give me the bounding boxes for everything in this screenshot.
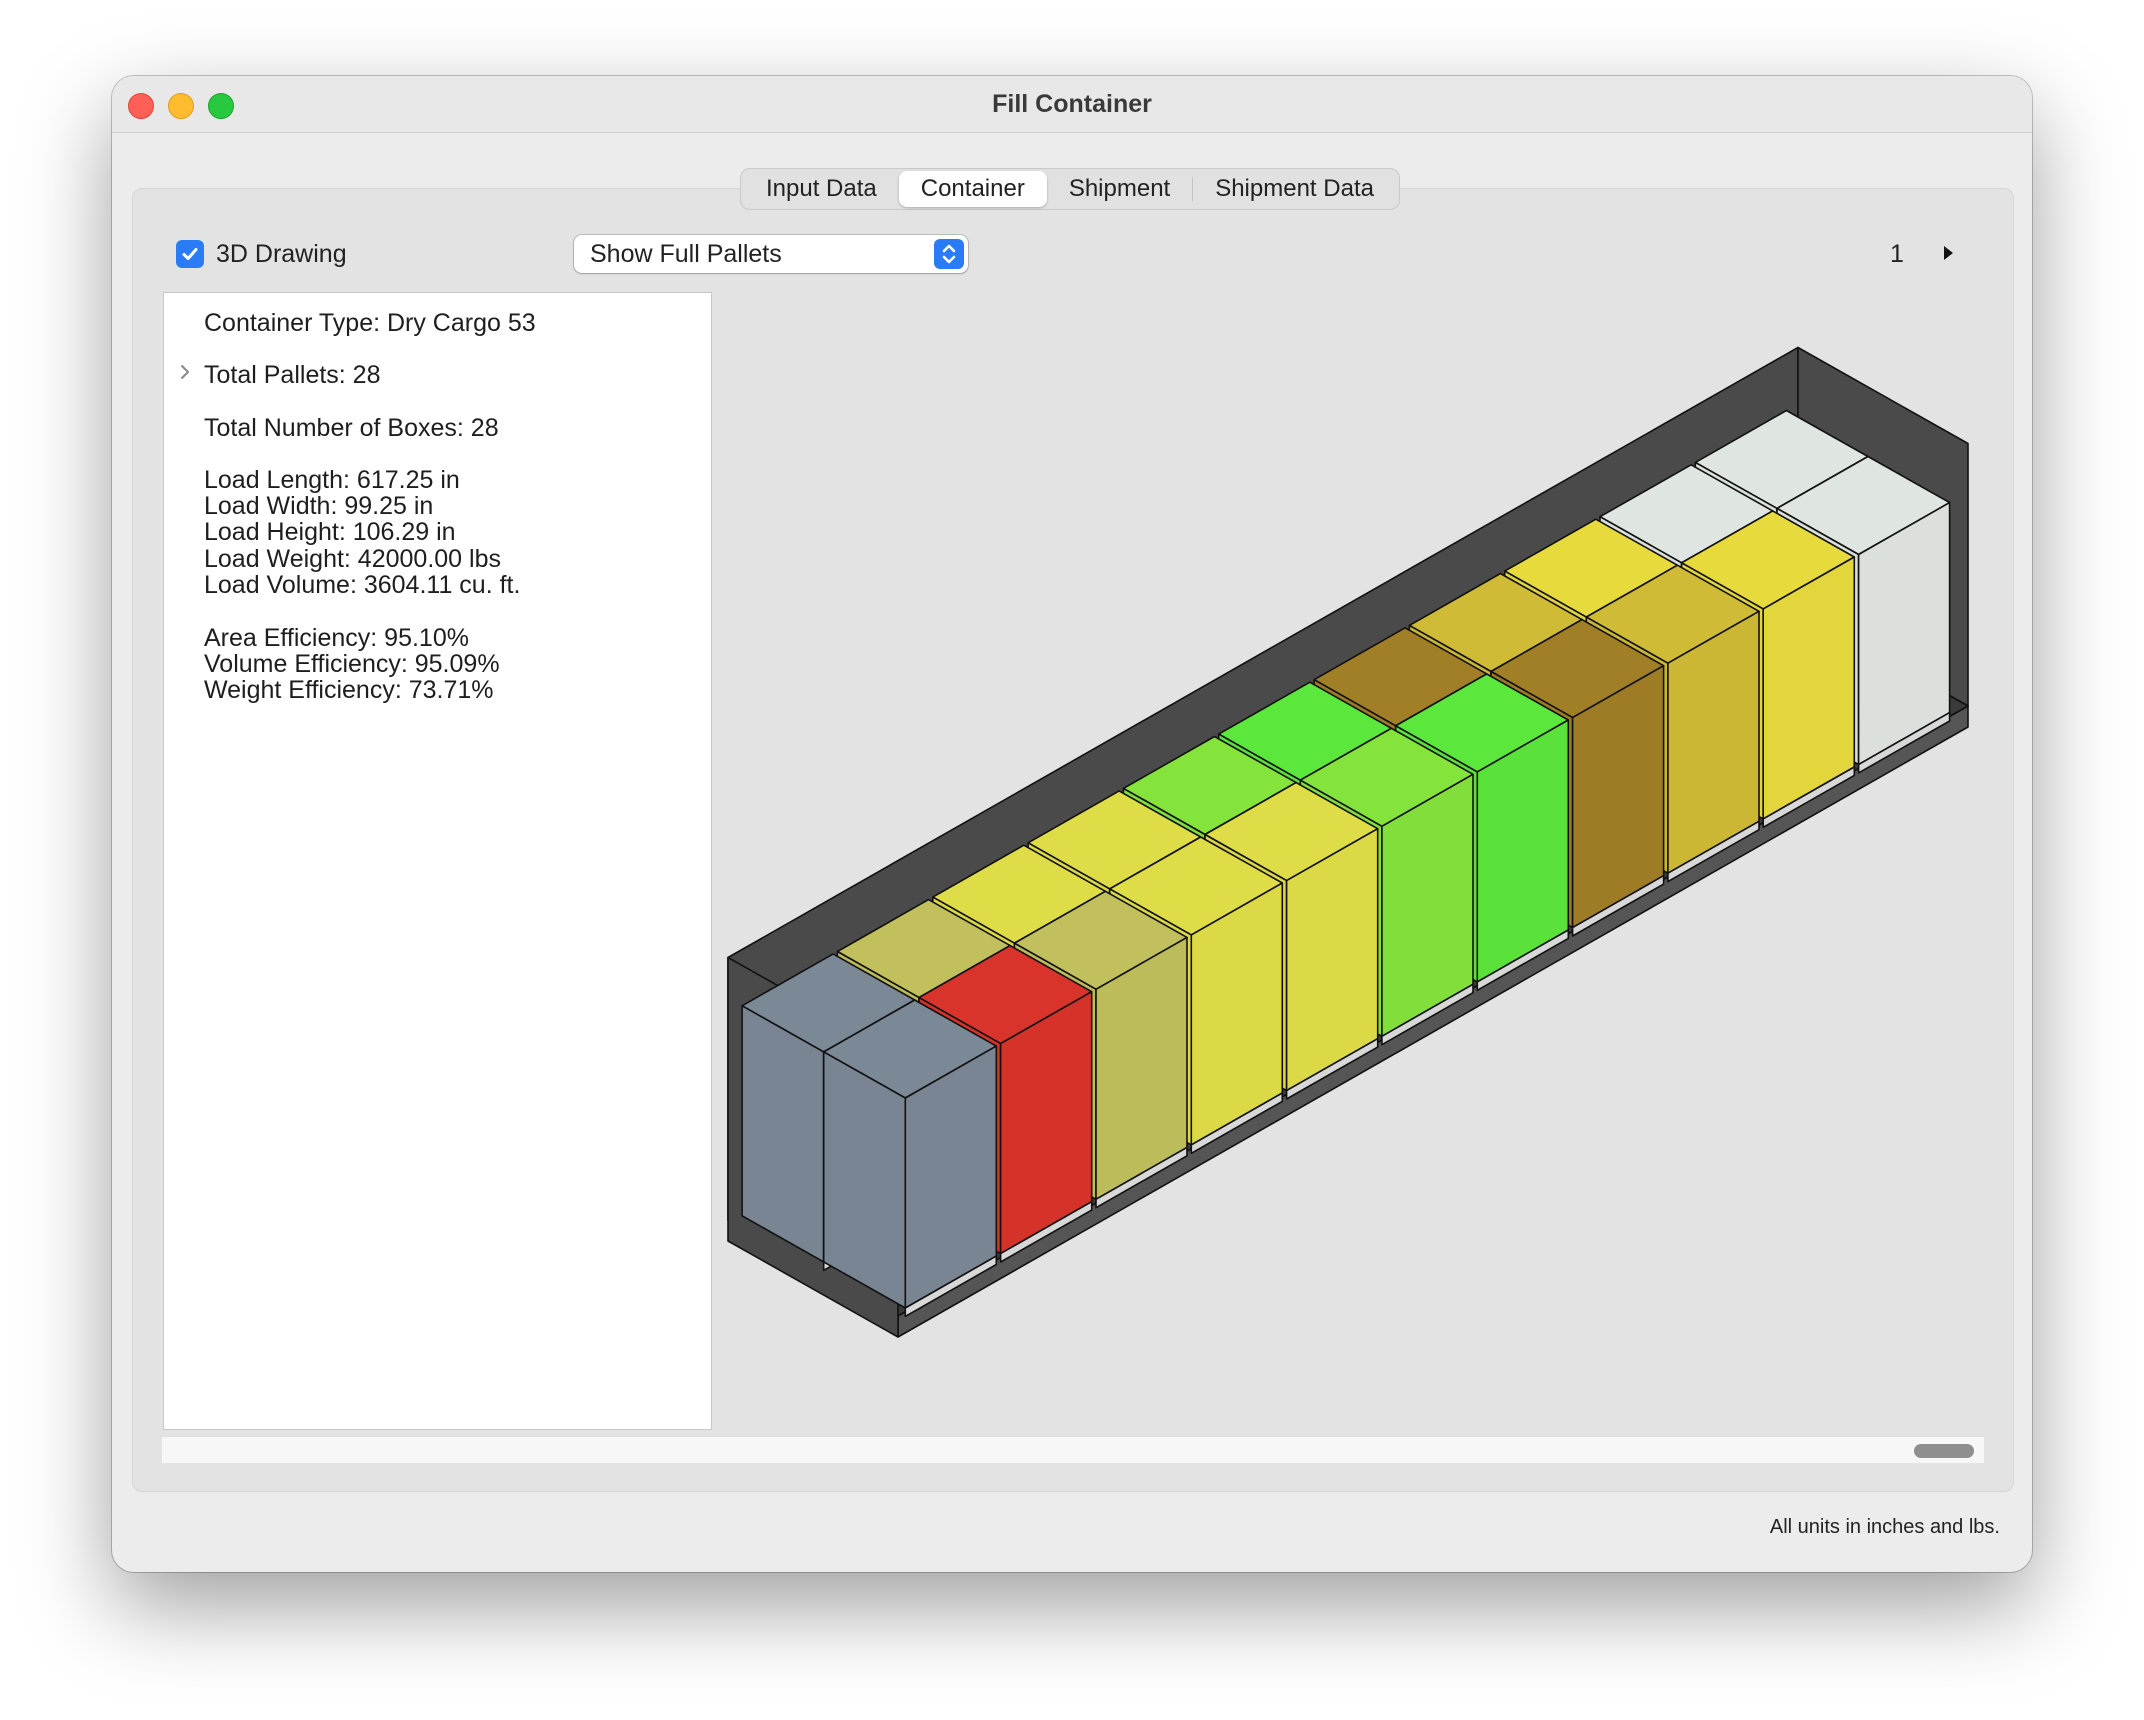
total-boxes: Total Number of Boxes: 28 <box>204 414 499 442</box>
box-20-front-face <box>741 1004 825 1263</box>
window-title: Fill Container <box>992 90 1152 118</box>
total-pallets[interactable]: Total Pallets: 28 <box>204 361 381 390</box>
load-length: Load Length: 617.25 in <box>204 466 460 494</box>
drawing-checkbox-label: 3D Drawing <box>216 239 347 268</box>
area-efficiency: Area Efficiency: 95.10% <box>204 624 469 652</box>
container-3d-drawing[interactable] <box>712 292 2014 1430</box>
box-21-front-face <box>822 1051 907 1309</box>
volume-efficiency: Volume Efficiency: 95.09% <box>204 650 500 678</box>
display-mode-value: Show Full Pallets <box>590 240 782 268</box>
fill-container-window: Fill Container Input Data Container Ship… <box>112 76 2032 1572</box>
load-width: Load Width: 99.25 in <box>204 492 434 520</box>
weight-efficiency: Weight Efficiency: 73.71% <box>204 676 494 704</box>
tab-shipment-data[interactable]: Shipment Data <box>1193 171 1396 207</box>
page-number: 1 <box>1890 240 1904 268</box>
drawing-checkbox-control[interactable]: 3D Drawing <box>176 238 347 270</box>
display-mode-popup[interactable]: Show Full Pallets <box>574 235 968 273</box>
tab-bar: Input Data Container Shipment Shipment D… <box>740 168 1400 210</box>
scrollbar-thumb[interactable] <box>1914 1444 1974 1458</box>
tab-container[interactable]: Container <box>898 171 1047 207</box>
container-info-panel: Container Type: Dry Cargo 53 Total Palle… <box>163 292 712 1430</box>
load-volume: Load Volume: 3604.11 cu. ft. <box>204 571 521 599</box>
container-type: Container Type: Dry Cargo 53 <box>204 309 536 337</box>
title-bar: Fill Container <box>112 76 2032 133</box>
horizontal-scrollbar[interactable] <box>162 1436 1984 1463</box>
checkmark-icon <box>182 248 198 260</box>
load-weight: Load Weight: 42000.00 lbs <box>204 545 501 573</box>
drawing-checkbox[interactable] <box>176 240 204 268</box>
tab-input-data[interactable]: Input Data <box>744 171 899 207</box>
load-height: Load Height: 106.29 in <box>204 518 456 546</box>
next-page-arrow-icon[interactable] <box>1942 242 1956 264</box>
disclosure-chevron-icon[interactable] <box>178 363 192 381</box>
up-down-chevron-icon <box>934 239 964 269</box>
tab-shipment[interactable]: Shipment <box>1047 171 1192 207</box>
units-note: All units in inches and lbs. <box>1769 1516 2000 1538</box>
